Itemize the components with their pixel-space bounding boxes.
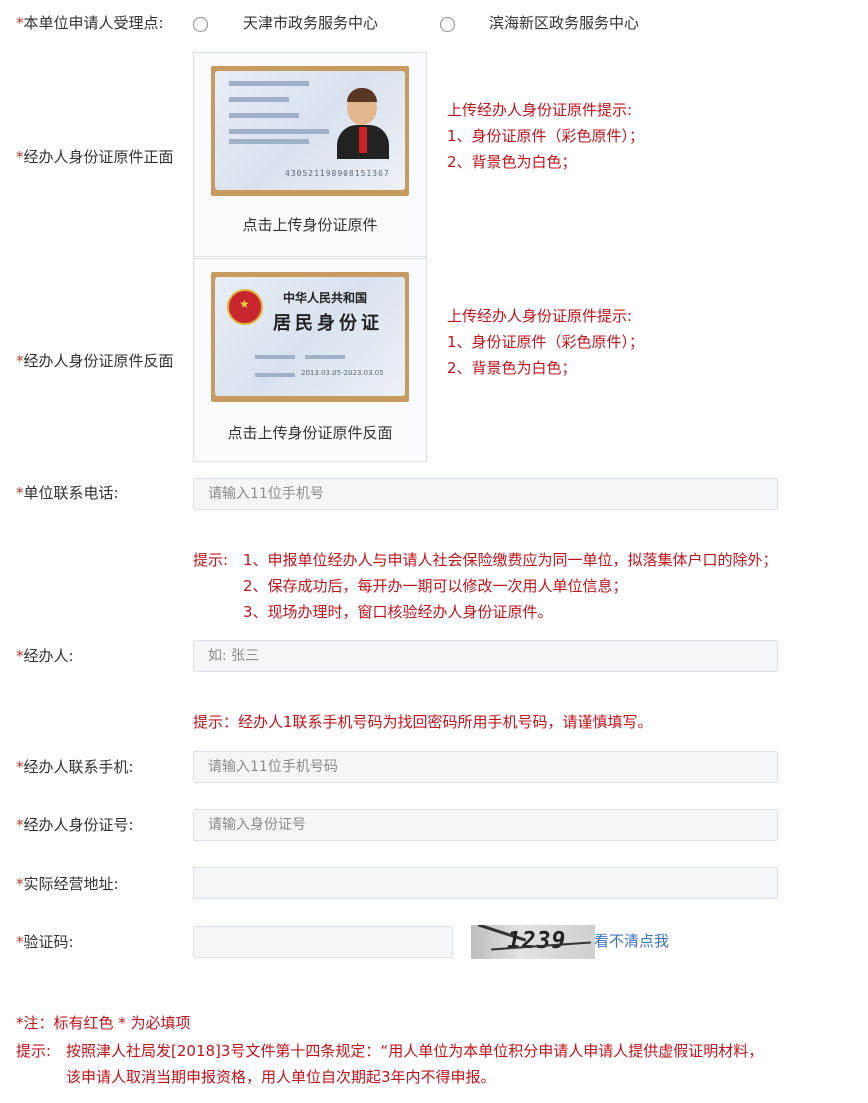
- unit-tip-line-2: 2、保存成功后，每开办一期可以修改一次用人单位信息；: [243, 577, 628, 595]
- footer-tip-line-2: 该申请人取消当期申报资格，用人单位自次期起3年内不得申报。: [66, 1068, 496, 1086]
- id-front-hint-title: 上传经办人身份证原件提示:: [447, 101, 633, 119]
- address-label: 实际经营地址:: [23, 875, 119, 893]
- id-back-upload-caption[interactable]: 点击上传身份证原件反面: [194, 422, 426, 443]
- footer-tip: 按照津人社局发[2018]3号文件第十四条规定：“用人单位为本单位积分申请人申请…: [66, 1038, 866, 1064]
- unit-tip-prefix: 提示:: [193, 551, 229, 569]
- handler-tip: 提示：经办人1联系手机号码为找回密码所用手机号码，请谨慎填写。: [193, 713, 653, 731]
- id-back-hint-1: 1、身份证原件（彩色原件）；: [447, 333, 645, 351]
- unit-tip-line-3: 3、现场办理时，窗口核验经办人身份证原件。: [243, 603, 553, 621]
- unit-phone-input[interactable]: [193, 478, 778, 510]
- captcha-label: 验证码:: [23, 933, 74, 951]
- id-back-hint: 上传经办人身份证原件提示: 1、身份证原件（彩色原件）； 2、背景色为白色；: [447, 303, 644, 381]
- id-front-upload-caption[interactable]: 点击上传身份证原件: [194, 214, 426, 235]
- option-label-binhai-center[interactable]: 滨海新区政务服务中心: [489, 12, 639, 33]
- footer-tip-prefix: 提示:: [16, 1042, 52, 1060]
- handler-id-number-input[interactable]: [193, 809, 778, 841]
- id-back-upload-box[interactable]: ★ 中华人民共和国 居民身份证 2013.03.05-2023.03.05 点击…: [193, 258, 427, 462]
- id-back-label-row: *经办人身份证原件反面: [16, 350, 174, 371]
- option-label-tianjin-center[interactable]: 天津市政务服务中心: [243, 12, 378, 33]
- unit-tip: 提示:: [193, 547, 228, 573]
- required-star: *: [16, 816, 24, 834]
- id-front-hint-2: 2、背景色为白色；: [447, 153, 577, 171]
- required-star: *: [16, 352, 24, 370]
- business-address-input[interactable]: [193, 867, 778, 899]
- captcha-input[interactable]: [193, 926, 453, 958]
- id-back-label: 经办人身份证原件反面: [23, 352, 174, 370]
- footer-tip-line-1: 按照津人社局发[2018]3号文件第十四条规定：“用人单位为本单位积分申请人申请…: [66, 1042, 764, 1060]
- id-back-hint-2: 2、背景色为白色；: [447, 359, 577, 377]
- id-front-hint-1: 1、身份证原件（彩色原件）；: [447, 127, 645, 145]
- required-star: *: [16, 875, 24, 893]
- handler-name-input[interactable]: [193, 640, 778, 672]
- address-label-row: *实际经营地址:: [16, 873, 119, 894]
- id-back-hint-title: 上传经办人身份证原件提示:: [447, 307, 633, 325]
- captcha-label-row: *验证码:: [16, 931, 74, 952]
- id-back-sample-image: ★ 中华人民共和国 居民身份证 2013.03.05-2023.03.05: [211, 272, 409, 402]
- handler-label-row: *经办人:: [16, 645, 74, 666]
- id-front-label-row: *经办人身份证原件正面: [16, 146, 174, 167]
- handler-id-label-row: *经办人身份证号:: [16, 814, 134, 835]
- required-star: *: [16, 933, 24, 951]
- handler-mobile-label-row: *经办人联系手机:: [16, 756, 134, 777]
- radio-binhai-center[interactable]: [440, 17, 455, 32]
- id-back-card-title-2: 居民身份证: [273, 313, 383, 334]
- required-star: *: [16, 148, 24, 166]
- accept-point-row: *本单位申请人受理点:: [16, 12, 164, 33]
- required-note: *注：标有红色 * 为必填项: [16, 1014, 191, 1032]
- id-front-card-number: 430521198908151367: [285, 169, 390, 178]
- handler-id-label: 经办人身份证号:: [23, 816, 134, 834]
- radio-tianjin-center[interactable]: [193, 17, 208, 32]
- unit-phone-label-row: *单位联系电话:: [16, 482, 119, 503]
- id-back-card-valid: 2013.03.05-2023.03.05: [301, 369, 384, 377]
- accept-point-label: 本单位申请人受理点:: [23, 14, 164, 32]
- unit-phone-label: 单位联系电话:: [23, 484, 119, 502]
- captcha-image-text: 1239: [507, 928, 567, 954]
- id-front-hint: 上传经办人身份证原件提示: 1、身份证原件（彩色原件）； 2、背景色为白色；: [447, 97, 644, 175]
- handler-label: 经办人:: [23, 647, 74, 665]
- required-star: *: [16, 14, 24, 32]
- id-front-upload-box[interactable]: 430521198908151367 点击上传身份证原件: [193, 52, 427, 257]
- captcha-refresh-link[interactable]: 看不清点我: [594, 930, 669, 951]
- unit-tip-lines: 1、申报单位经办人与申请人社会保险缴费应为同一单位，拟落集体户口的除外； 2、保…: [243, 547, 778, 625]
- captcha-image[interactable]: 1239: [471, 925, 595, 959]
- id-back-card-title-1: 中华人民共和国: [283, 291, 368, 305]
- id-front-sample-image: 430521198908151367: [211, 66, 409, 196]
- handler-mobile-input[interactable]: [193, 751, 778, 783]
- required-star: *: [16, 647, 24, 665]
- required-star: *: [16, 758, 24, 776]
- handler-mobile-label: 经办人联系手机:: [23, 758, 134, 776]
- id-front-label: 经办人身份证原件正面: [23, 148, 174, 166]
- required-star: *: [16, 484, 24, 502]
- unit-tip-line-1: 1、申报单位经办人与申请人社会保险缴费应为同一单位，拟落集体户口的除外；: [243, 551, 778, 569]
